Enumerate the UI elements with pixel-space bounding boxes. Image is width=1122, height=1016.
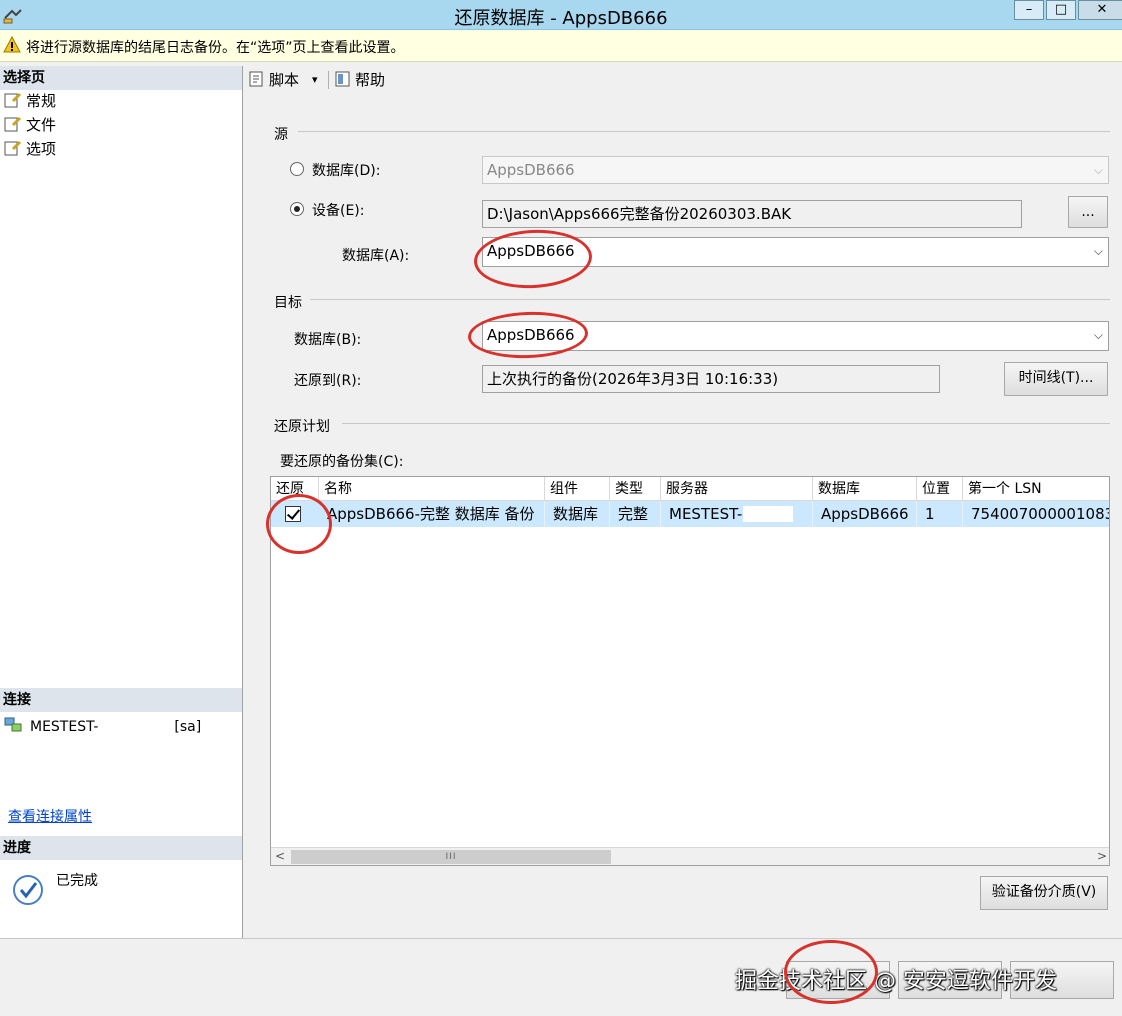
nav-page-general[interactable]: 常规	[4, 90, 56, 112]
divider	[342, 423, 1110, 424]
cell-position: 1	[917, 501, 963, 527]
backup-sets-grid: 还原 名称 组件 类型 服务器 数据库 位置 第一个 LSN AppsDB666…	[270, 476, 1110, 866]
table-row[interactable]: AppsDB666-完整 数据库 备份 数据库 完整 MESTEST- Apps…	[271, 501, 1109, 527]
source-database-value: AppsDB666	[487, 161, 575, 179]
view-connection-properties-link[interactable]: 查看连接属性	[8, 806, 92, 826]
nav-page-options[interactable]: 选项	[4, 138, 56, 160]
toolbar-separator	[328, 71, 329, 89]
help-label: 帮助	[355, 71, 386, 89]
device-path-field[interactable]: D:\Jason\Apps666完整备份20260303.BAK	[482, 200, 1022, 228]
divider	[310, 299, 1110, 300]
cell-database: AppsDB666	[813, 501, 917, 527]
cell-type: 完整	[610, 501, 661, 527]
connection-user: [sa]	[174, 719, 202, 735]
backup-sets-label: 要还原的备份集(C):	[280, 454, 404, 470]
source-database-label: 数据库(D):	[312, 163, 381, 179]
page-settings-icon	[4, 140, 22, 156]
cell-name: AppsDB666-完整 数据库 备份	[319, 501, 545, 527]
column-header-server[interactable]: 服务器	[661, 477, 813, 501]
destination-database-label: 数据库(B):	[294, 332, 362, 348]
source-device-radio[interactable]	[290, 202, 304, 216]
page-settings-icon	[4, 116, 22, 132]
nav-page-label: 常规	[26, 92, 57, 110]
warning-icon	[3, 36, 21, 53]
help-icon	[335, 71, 350, 87]
watermark: 掘金技术社区 @ 安安逗软件开发	[735, 969, 1057, 994]
cell-server: MESTEST-	[661, 501, 813, 527]
cell-component: 数据库	[545, 501, 610, 527]
checkmark-icon	[13, 875, 43, 905]
connection-header: 连接	[0, 688, 242, 712]
minimize-button[interactable]: –	[1014, 0, 1044, 20]
restore-checkbox[interactable]	[285, 506, 301, 522]
column-header-component[interactable]: 组件	[545, 477, 610, 501]
connection-info: MESTEST- [sa]	[4, 716, 201, 735]
script-dropdown-caret[interactable]: ▾	[312, 69, 318, 91]
timeline-button[interactable]: 时间线(T)...	[1004, 362, 1108, 396]
horizontal-scrollbar[interactable]: < III >	[271, 847, 1109, 865]
nav-page-label: 文件	[26, 116, 57, 134]
dialog-button-bar: 掘金技术社区 @ 安安逗软件开发	[0, 938, 1122, 1016]
left-pane: 选择页 常规 文件 选项 连接 MESTEST- [sa] 查看连接属性 进度 已…	[0, 66, 243, 938]
column-header-type[interactable]: 类型	[610, 477, 661, 501]
source-database-radio[interactable]	[290, 162, 304, 176]
chevron-down-icon: ⌵	[1093, 328, 1103, 342]
nav-page-files[interactable]: 文件	[4, 114, 56, 136]
main-panel: 源 数据库(D): AppsDB666 ⌵ 设备(E): D:\Jason\App…	[244, 94, 1122, 938]
device-database-select[interactable]: AppsDB666 ⌵	[482, 237, 1109, 267]
column-header-restore[interactable]: 还原	[271, 477, 319, 501]
destination-database-select[interactable]: AppsDB666 ⌵	[482, 321, 1109, 351]
scroll-left-icon[interactable]: <	[271, 848, 289, 865]
scrollbar-thumb[interactable]: III	[291, 850, 611, 864]
destination-group-label: 目标	[274, 295, 302, 311]
title-bar: 还原数据库 - AppsDB666 – □ ✕	[0, 0, 1122, 30]
source-device-label: 设备(E):	[312, 203, 365, 219]
progress-header: 进度	[0, 836, 242, 860]
connection-server: MESTEST-	[30, 719, 99, 735]
column-header-first-lsn[interactable]: 第一个 LSN	[963, 477, 1109, 501]
grid-header: 还原 名称 组件 类型 服务器 数据库 位置 第一个 LSN	[271, 477, 1109, 501]
script-label: 脚本	[269, 71, 300, 89]
script-icon	[249, 71, 263, 87]
divider	[298, 131, 1110, 132]
source-database-select[interactable]: AppsDB666 ⌵	[482, 156, 1109, 184]
column-header-database[interactable]: 数据库	[813, 477, 917, 501]
page-settings-icon	[4, 92, 22, 108]
restore-plan-group-label: 还原计划	[274, 419, 330, 435]
column-header-name[interactable]: 名称	[319, 477, 545, 501]
browse-device-button[interactable]: ...	[1068, 196, 1108, 228]
device-database-value: AppsDB666	[487, 242, 575, 260]
select-page-header: 选择页	[0, 66, 242, 90]
cell-first-lsn: 75400700000108300	[971, 505, 1109, 523]
window-title: 还原数据库 - AppsDB666	[454, 8, 668, 29]
server-connection-icon	[4, 717, 22, 732]
close-button[interactable]: ✕	[1078, 0, 1122, 20]
progress-status: 已完成	[56, 873, 98, 889]
warning-text: 将进行源数据库的结尾日志备份。在“选项”页上查看此设置。	[26, 40, 405, 56]
cell-server-text: MESTEST-	[669, 505, 743, 523]
nav-page-label: 选项	[26, 140, 57, 158]
toolbar: 脚本 ▾ 帮助	[244, 66, 1122, 94]
chevron-down-icon: ⌵	[1093, 244, 1103, 258]
column-header-position[interactable]: 位置	[917, 477, 963, 501]
destination-database-value: AppsDB666	[487, 326, 575, 344]
scroll-right-icon[interactable]: >	[1093, 848, 1109, 865]
maximize-button[interactable]: □	[1046, 0, 1076, 20]
script-button[interactable]: 脚本	[248, 69, 299, 91]
redacted-area	[743, 506, 793, 522]
restore-to-label: 还原到(R):	[294, 373, 362, 389]
verify-backup-media-button[interactable]: 验证备份介质(V)	[980, 876, 1108, 910]
warning-infobar: 将进行源数据库的结尾日志备份。在“选项”页上查看此设置。	[0, 30, 1122, 62]
chevron-down-icon: ⌵	[1093, 163, 1103, 177]
device-database-label: 数据库(A):	[342, 248, 410, 264]
restore-to-field[interactable]: 上次执行的备份(2026年3月3日 10:16:33)	[482, 365, 940, 393]
help-button[interactable]: 帮助	[334, 69, 385, 91]
source-group-label: 源	[274, 127, 288, 143]
